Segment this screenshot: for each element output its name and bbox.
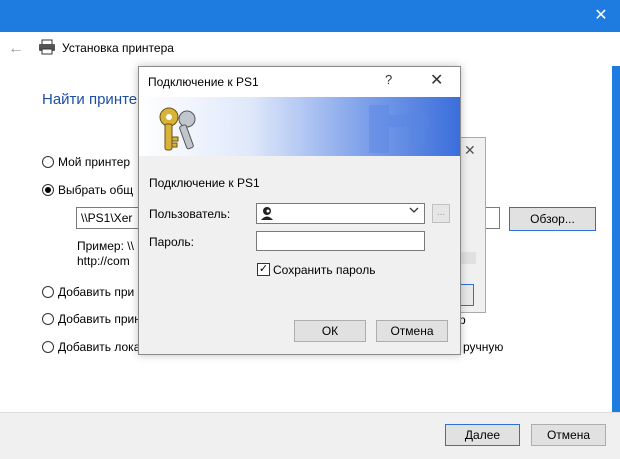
credentials-subtitle: Подключение к PS1 [149,176,260,190]
hidden-dialog-close-icon[interactable]: ✕ [464,142,476,159]
radio-option-2[interactable] [42,286,54,298]
radio-option-3[interactable] [42,313,54,325]
back-arrow-icon[interactable]: ← [8,40,24,58]
radio-option-4[interactable] [42,341,54,353]
save-password-checkbox[interactable]: ✓ [257,263,270,276]
credentials-close-icon[interactable]: ✕ [430,70,443,90]
radio-label-1: Выбрать общ [58,183,134,197]
radio-label-4: Добавить лока [58,340,141,354]
radio-label-3: Добавить прин [58,312,141,326]
radio-option-1[interactable] [42,184,54,196]
example-text: Пример: \\ http://com [77,239,134,268]
next-button[interactable]: Далее [445,424,520,446]
radio-option-0[interactable] [42,156,54,168]
wizard-title: Установка принтера [62,41,174,55]
username-combo[interactable] [256,203,425,224]
keys-icon [159,105,429,153]
radio-label-2: Добавить при [58,285,135,299]
save-password-label[interactable]: Сохранить пароль [273,263,375,277]
wizard-close-icon[interactable]: ✕ [588,4,614,28]
credentials-cancel-button[interactable]: Отмена [376,320,448,342]
user-icon [261,207,273,220]
username-label: Пользователь: [149,207,231,221]
password-label: Пароль: [149,235,194,249]
wizard-footer [0,412,620,459]
help-icon[interactable]: ? [385,72,392,87]
chevron-down-icon[interactable] [409,205,419,218]
password-input[interactable] [256,231,425,251]
credentials-dialog-title: Подключение к PS1 [148,75,259,89]
printer-icon [39,39,55,55]
hidden-text-manual: ручную [463,340,504,354]
wizard-title-bar [0,0,620,32]
ok-button[interactable]: ОК [294,320,366,342]
wizard-window-border [612,32,620,412]
user-browse-button[interactable]: ... [432,204,450,223]
wizard-cancel-button[interactable]: Отмена [531,424,606,446]
browse-button[interactable]: Обзор... [509,207,596,231]
radio-label-0: Мой принтер [58,155,131,169]
credentials-banner [139,97,460,156]
wizard-heading: Найти принте [42,91,138,108]
